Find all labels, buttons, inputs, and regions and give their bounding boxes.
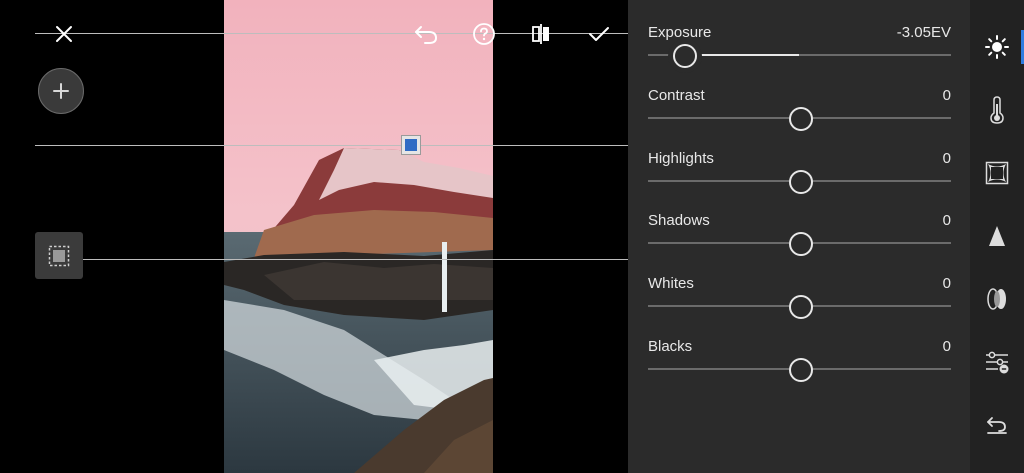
tool-optics[interactable] [970,276,1024,322]
tool-effects[interactable] [970,150,1024,196]
close-icon [56,26,72,42]
sliders-icon [986,351,1009,374]
undo-button[interactable] [410,20,442,48]
contrast-value: 0 [942,87,951,104]
whites-value: 0 [942,275,951,292]
tool-color[interactable] [970,87,1024,133]
highlights-row: Highlights 0 [648,150,951,200]
light-adjustments-panel: Exposure -3.05EV Contrast 0 Highlights 0… [628,0,970,473]
tool-detail[interactable] [970,213,1024,259]
sun-icon [985,35,1009,59]
plus-icon [53,83,69,99]
exposure-value: -3.05EV [896,24,951,41]
compare-button[interactable] [527,20,555,48]
add-mask-button[interactable] [38,68,84,114]
whites-row: Whites 0 [648,275,951,325]
triangle-icon [989,226,1005,246]
help-button[interactable] [470,20,498,48]
photo-image [224,0,493,473]
vignette-icon [985,161,1009,185]
help-icon [473,23,495,45]
tool-rail [970,0,1024,473]
reset-icon [987,417,1007,434]
whites-slider-knob[interactable] [788,295,813,319]
blacks-row: Blacks 0 [648,338,951,388]
shadows-row: Shadows 0 [648,212,951,262]
lens-icon [987,288,1006,310]
done-button[interactable] [584,20,614,48]
close-button[interactable] [50,20,78,48]
photo-canvas[interactable] [0,0,628,473]
blacks-label: Blacks [648,338,693,355]
guide-line-bottom [83,259,628,260]
thermometer-icon [990,96,1004,124]
highlights-slider-knob[interactable] [788,170,813,194]
whites-label: Whites [648,275,694,292]
shadows-value: 0 [942,212,951,229]
gradient-mask-handle[interactable] [401,135,421,155]
tool-reset[interactable] [970,402,1024,448]
mask-selection-button[interactable] [35,232,83,279]
undo-icon [415,26,438,44]
blacks-value: 0 [942,338,951,355]
guide-line-middle [35,145,628,146]
contrast-row: Contrast 0 [648,87,951,137]
highlights-label: Highlights [648,150,714,167]
tool-light[interactable] [970,24,1024,70]
exposure-row: Exposure -3.05EV [648,24,951,74]
exposure-slider-fill [684,54,800,56]
contrast-label: Contrast [648,87,705,104]
compare-icon [532,24,549,44]
mask-selection-icon [48,245,70,266]
checkmark-icon [589,27,609,41]
tool-settings[interactable] [970,339,1024,385]
contrast-slider-knob[interactable] [788,107,813,131]
blacks-slider-knob[interactable] [788,358,813,382]
exposure-slider-knob[interactable] [673,44,698,68]
shadows-slider-knob[interactable] [788,232,813,256]
highlights-value: 0 [942,150,951,167]
shadows-label: Shadows [648,212,710,229]
exposure-label: Exposure [648,24,712,41]
